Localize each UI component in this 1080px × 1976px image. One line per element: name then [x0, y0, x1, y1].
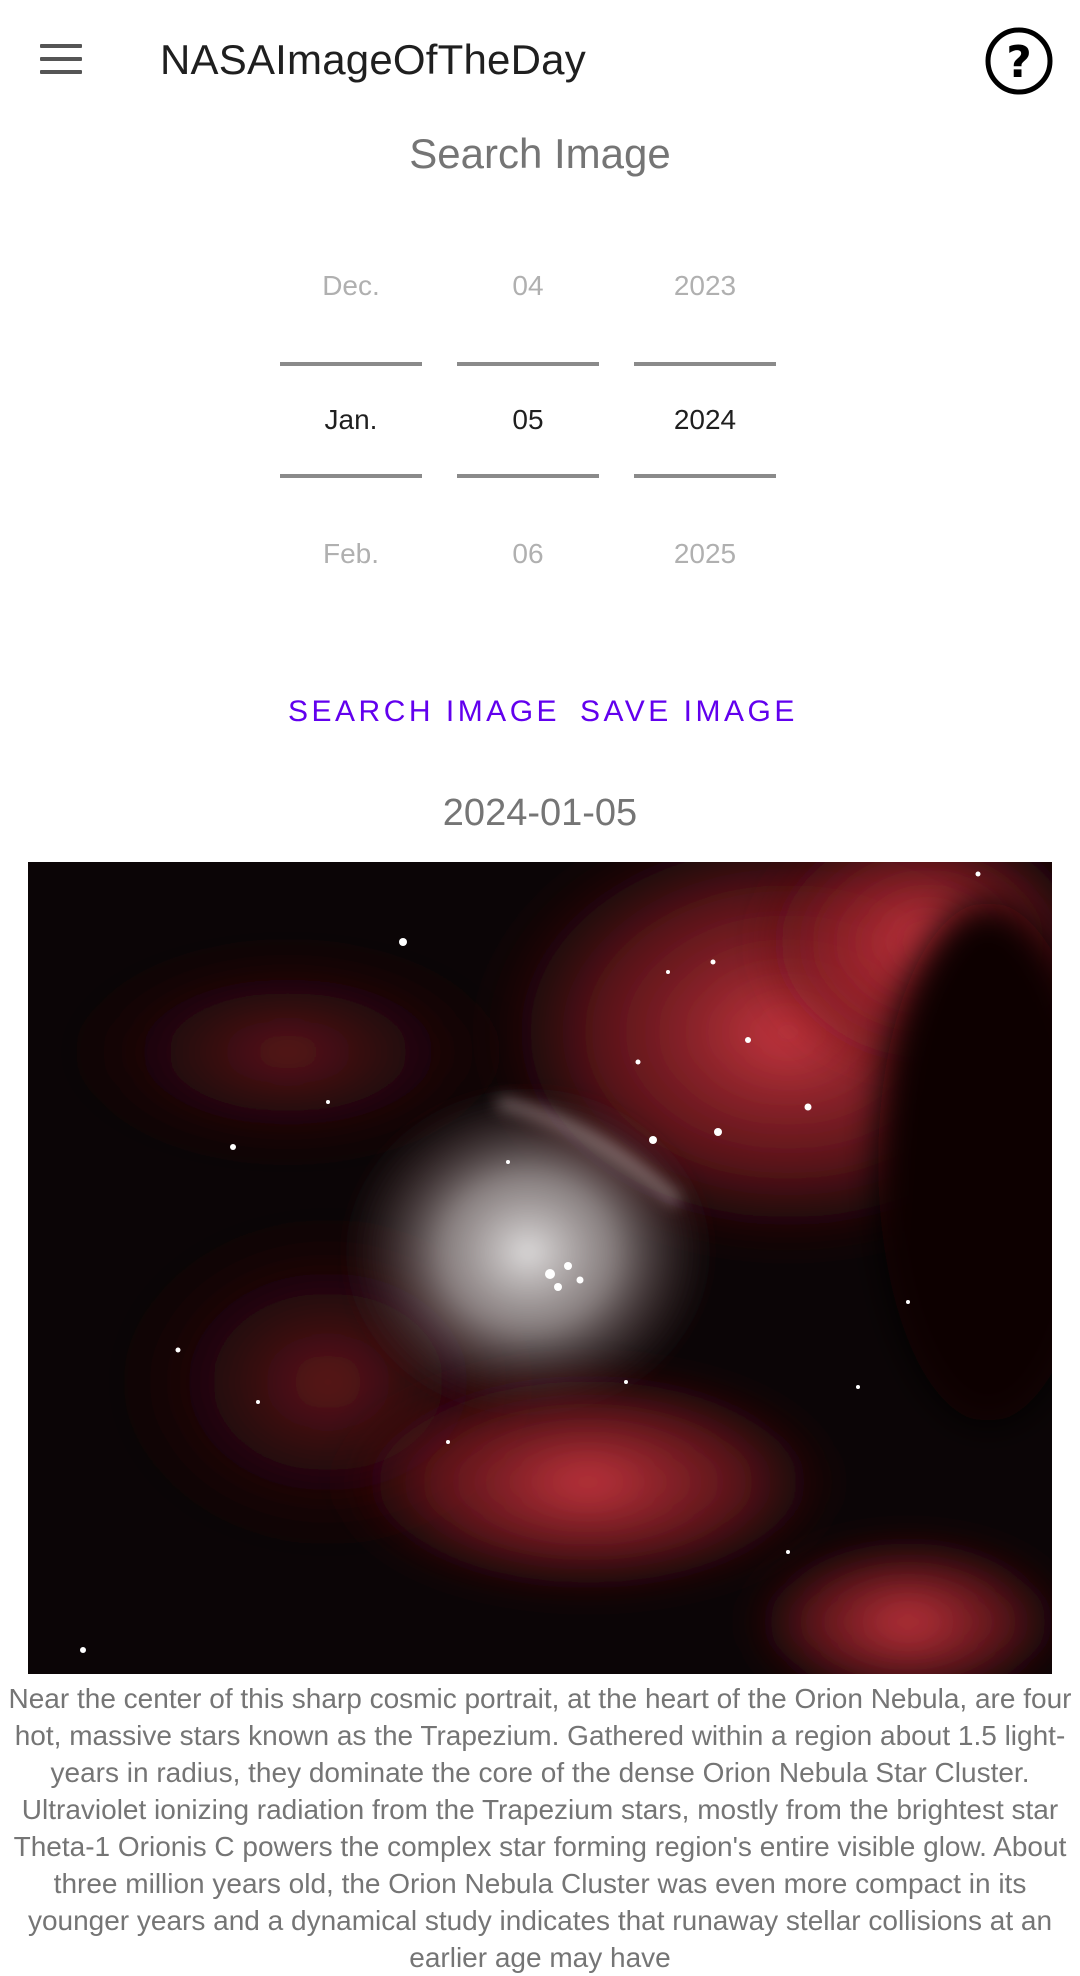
day-next[interactable]: 06 [457, 538, 599, 570]
picker-divider [280, 474, 422, 478]
search-heading: Search Image [409, 130, 671, 177]
year-next[interactable]: 2025 [634, 538, 776, 570]
day-previous[interactable]: 04 [457, 270, 599, 302]
picker-divider [457, 362, 599, 366]
year-selected[interactable]: 2024 [634, 404, 776, 436]
image-description: Near the center of this sharp cosmic por… [8, 1683, 1072, 1973]
day-selected[interactable]: 05 [457, 404, 599, 436]
app-toolbar: NASAImageOfTheDay ? [0, 0, 1080, 122]
picker-divider [634, 474, 776, 478]
save-image-button[interactable]: SAVE IMAGE [580, 688, 798, 736]
picker-divider [280, 362, 422, 366]
month-selected[interactable]: Jan. [280, 404, 422, 436]
picker-divider [457, 474, 599, 478]
help-circle-icon[interactable]: ? [982, 24, 1080, 128]
image-date: 2024-01-05 [442, 792, 638, 834]
year-previous[interactable]: 2023 [634, 270, 776, 302]
search-image-button[interactable]: SEARCH IMAGE [288, 688, 560, 736]
month-next[interactable]: Feb. [280, 538, 422, 570]
hamburger-menu-icon[interactable] [40, 44, 84, 76]
picker-divider [634, 362, 776, 366]
apod-image [28, 862, 1052, 1674]
svg-text:?: ? [1006, 37, 1032, 88]
app-title: NASAImageOfTheDay [160, 36, 586, 83]
month-previous[interactable]: Dec. [280, 270, 422, 302]
